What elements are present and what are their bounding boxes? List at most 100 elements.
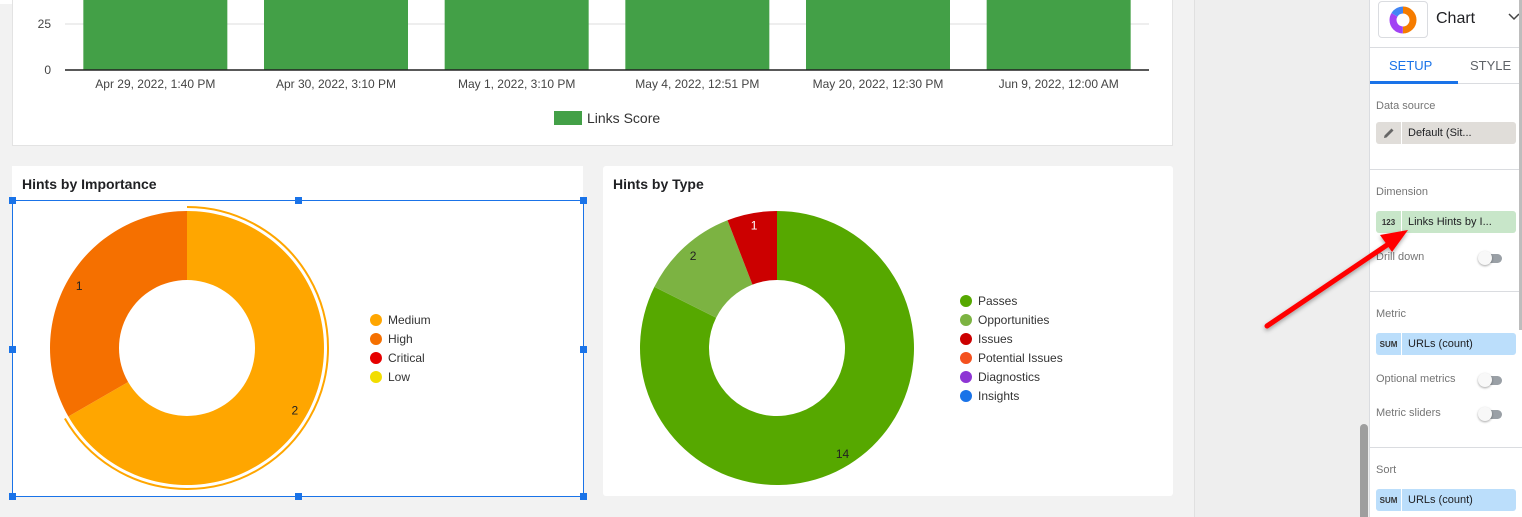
metric-value: URLs (count): [1408, 338, 1473, 350]
resize-handle-left[interactable]: [9, 346, 16, 353]
slice-value-label: 14: [836, 447, 850, 461]
bar: [625, 0, 770, 70]
legend-item[interactable]: Passes: [960, 291, 1063, 310]
sort-label: Sort: [1376, 464, 1397, 476]
sort-field[interactable]: SUM URLs (count): [1376, 489, 1516, 511]
x-tick-label: May 20, 2022, 12:30 PM: [813, 77, 944, 91]
importance-legend: Medium High Critical Low: [370, 310, 431, 386]
tab-setup[interactable]: SETUP: [1389, 58, 1432, 73]
legend-label: Issues: [978, 331, 1013, 346]
resize-handle-bottom[interactable]: [295, 493, 302, 500]
legend-item[interactable]: Potential Issues: [960, 348, 1063, 367]
slice-value-label: 1: [751, 219, 758, 233]
legend-label: Diagnostics: [978, 369, 1041, 384]
chart-type-label: Chart: [1436, 10, 1476, 27]
slice-value-label: 2: [291, 403, 298, 417]
legend-dot-icon: [960, 332, 972, 345]
bar-chart-svg: 0 25 Apr 29, 2022, 1:40 PM Apr 30, 2022, 3:…: [38, 0, 1149, 126]
sort-value: URLs (count): [1408, 494, 1473, 506]
legend-dot-icon: [960, 294, 972, 307]
metric-sliders-toggle[interactable]: [1478, 407, 1504, 421]
legend-item[interactable]: Critical: [370, 348, 431, 367]
legend-swatch: [554, 111, 582, 125]
legend-dot-icon: [960, 351, 972, 364]
tab-style[interactable]: STYLE: [1470, 58, 1511, 73]
resize-handle-top-left[interactable]: [9, 197, 16, 204]
sum-badge: SUM: [1376, 333, 1402, 355]
x-tick-label: May 1, 2022, 3:10 PM: [458, 77, 575, 91]
data-source-field[interactable]: Default (Sit...: [1376, 122, 1516, 144]
bar: [264, 0, 408, 70]
legend-item[interactable]: Low: [370, 367, 431, 386]
importance-donut-svg: 21: [49, 206, 329, 490]
legend-item[interactable]: Insights: [960, 386, 1063, 405]
type-legend: Passes Opportunities Issues Potential Issue…: [960, 291, 1063, 405]
legend-dot-icon: [370, 351, 382, 364]
legend-label: Passes: [978, 293, 1018, 308]
metric-sliders-label: Metric sliders: [1376, 407, 1441, 419]
bar: [986, 0, 1131, 70]
legend-dot-icon: [370, 313, 382, 326]
legend-dot-icon: [960, 370, 972, 383]
optional-metrics-label: Optional metrics: [1376, 373, 1456, 385]
legend-label: Critical: [388, 350, 425, 365]
divider: [1370, 447, 1522, 448]
legend-label: Medium: [388, 312, 431, 327]
resize-handle-right[interactable]: [580, 346, 587, 353]
x-tick-label: May 4, 2022, 12:51 PM: [635, 77, 759, 91]
panel-tabs: SETUP STYLE: [1370, 47, 1522, 84]
y-tick-label: 0: [44, 63, 51, 77]
donut-slice-high: [49, 211, 187, 417]
legend-label: High: [388, 331, 413, 346]
drill-down-label: Drill down: [1376, 251, 1425, 263]
y-tick-label: 25: [38, 17, 52, 31]
legend-item[interactable]: Opportunities: [960, 310, 1063, 329]
x-tick-label: Apr 29, 2022, 1:40 PM: [95, 77, 215, 91]
pencil-icon[interactable]: [1376, 122, 1402, 144]
legend-dot-icon: [370, 332, 382, 345]
resize-handle-top[interactable]: [295, 197, 302, 204]
chart-type-selector[interactable]: [1378, 1, 1428, 38]
properties-panel: Chart SETUP STYLE Data source Default (S…: [1369, 0, 1522, 517]
donut-chart-icon: [1389, 6, 1417, 33]
workspace-background: [1194, 0, 1369, 517]
divider: [1370, 169, 1522, 170]
legend-dot-icon: [370, 370, 382, 383]
legend-label: Potential Issues: [978, 350, 1063, 365]
numeric-type-badge: 123: [1376, 211, 1402, 233]
dimension-label: Dimension: [1376, 186, 1428, 198]
legend-item[interactable]: Issues: [960, 329, 1063, 348]
hints-by-importance-chart[interactable]: Hints by Importance 21 Medium High Critica…: [12, 166, 583, 496]
legend-item[interactable]: High: [370, 329, 431, 348]
report-canvas: 0 25 Apr 29, 2022, 1:40 PM Apr 30, 2022, 3:…: [0, 0, 1194, 517]
resize-handle-bottom-left[interactable]: [9, 493, 16, 500]
legend-item[interactable]: Diagnostics: [960, 367, 1063, 386]
hints-by-type-chart[interactable]: Hints by Type 14 2 1 Passes Opportunities Is…: [603, 166, 1173, 496]
divider: [1370, 291, 1522, 292]
legend-dot-icon: [960, 313, 972, 326]
metric-field[interactable]: SUM URLs (count): [1376, 333, 1516, 355]
legend-label: Low: [388, 369, 411, 384]
type-donut-svg: 14 2 1: [640, 211, 914, 485]
drill-down-toggle[interactable]: [1478, 251, 1504, 265]
data-source-label: Data source: [1376, 100, 1436, 112]
dimension-field[interactable]: 123 Links Hints by I...: [1376, 211, 1516, 233]
resize-handle-top-right[interactable]: [580, 197, 587, 204]
slice-value-label: 1: [76, 279, 83, 293]
data-source-value: Default (Sit...: [1408, 127, 1472, 139]
resize-handle-bottom-right[interactable]: [580, 493, 587, 500]
links-score-bar-chart[interactable]: 0 25 Apr 29, 2022, 1:40 PM Apr 30, 2022, 3:…: [12, 0, 1173, 146]
slice-value-label: 2: [690, 249, 697, 263]
x-tick-label: Jun 9, 2022, 12:00 AM: [999, 77, 1119, 91]
legend-dot-icon: [960, 389, 972, 402]
optional-metrics-toggle[interactable]: [1478, 373, 1504, 387]
metric-label: Metric: [1376, 308, 1406, 320]
bar: [806, 0, 950, 70]
sum-badge: SUM: [1376, 489, 1402, 511]
legend-item[interactable]: Medium: [370, 310, 431, 329]
active-tab-indicator: [1370, 81, 1458, 84]
bar: [83, 0, 228, 70]
dimension-value: Links Hints by I...: [1408, 216, 1492, 228]
legend-label: Opportunities: [978, 312, 1050, 327]
canvas-scrollbar[interactable]: [1360, 424, 1368, 517]
